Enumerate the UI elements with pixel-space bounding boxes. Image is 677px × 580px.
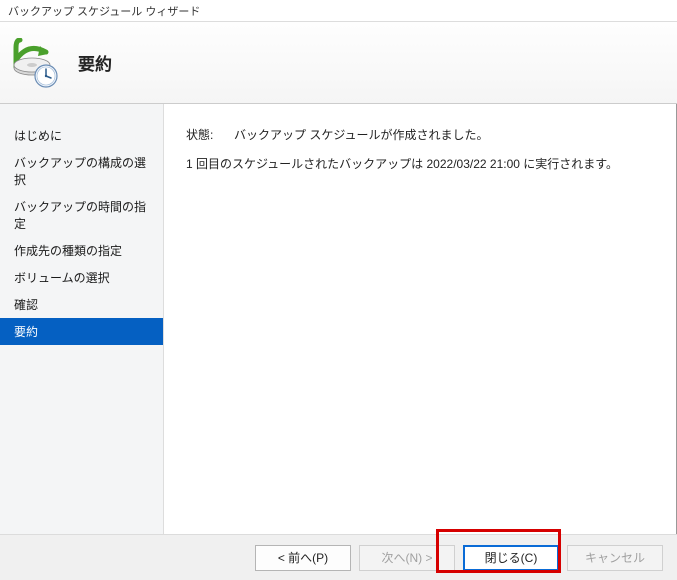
- status-value: バックアップ スケジュールが作成されました。: [234, 126, 489, 143]
- status-label: 状態:: [186, 126, 234, 143]
- close-button[interactable]: 閉じる(C): [463, 545, 559, 571]
- wizard-footer: < 前へ(P) 次へ(N) > 閉じる(C) キャンセル: [0, 534, 677, 580]
- sidebar-item-config[interactable]: バックアップの構成の選択: [0, 149, 163, 193]
- sidebar-item-label: 作成先の種類の指定: [14, 244, 122, 258]
- sidebar-item-summary[interactable]: 要約: [0, 318, 163, 345]
- sidebar-item-time[interactable]: バックアップの時間の指定: [0, 193, 163, 237]
- prev-button[interactable]: < 前へ(P): [255, 545, 351, 571]
- cancel-button: キャンセル: [567, 545, 663, 571]
- sidebar-item-dest[interactable]: 作成先の種類の指定: [0, 237, 163, 264]
- sidebar-item-label: ボリュームの選択: [14, 271, 110, 285]
- schedule-detail: 1 回目のスケジュールされたバックアップは 2022/03/22 21:00 に…: [186, 155, 659, 172]
- wizard-steps-sidebar: はじめに バックアップの構成の選択 バックアップの時間の指定 作成先の種類の指定…: [0, 104, 164, 534]
- sidebar-item-intro[interactable]: はじめに: [0, 122, 163, 149]
- sidebar-item-label: バックアップの時間の指定: [14, 200, 146, 231]
- header-title: 要約: [78, 50, 112, 75]
- sidebar-item-label: 確認: [14, 298, 38, 312]
- sidebar-item-volume[interactable]: ボリュームの選択: [0, 264, 163, 291]
- wizard-content: 状態: バックアップ スケジュールが作成されました。 1 回目のスケジュールされ…: [164, 104, 677, 534]
- sidebar-item-label: 要約: [14, 325, 38, 339]
- window-title: バックアップ スケジュール ウィザード: [8, 6, 200, 18]
- wizard-header: 要約: [0, 22, 677, 104]
- sidebar-item-label: はじめに: [14, 129, 62, 143]
- next-button: 次へ(N) >: [359, 545, 455, 571]
- sidebar-item-label: バックアップの構成の選択: [14, 156, 146, 187]
- backup-schedule-icon: [10, 38, 60, 88]
- window-titlebar: バックアップ スケジュール ウィザード: [0, 0, 677, 22]
- sidebar-item-confirm[interactable]: 確認: [0, 291, 163, 318]
